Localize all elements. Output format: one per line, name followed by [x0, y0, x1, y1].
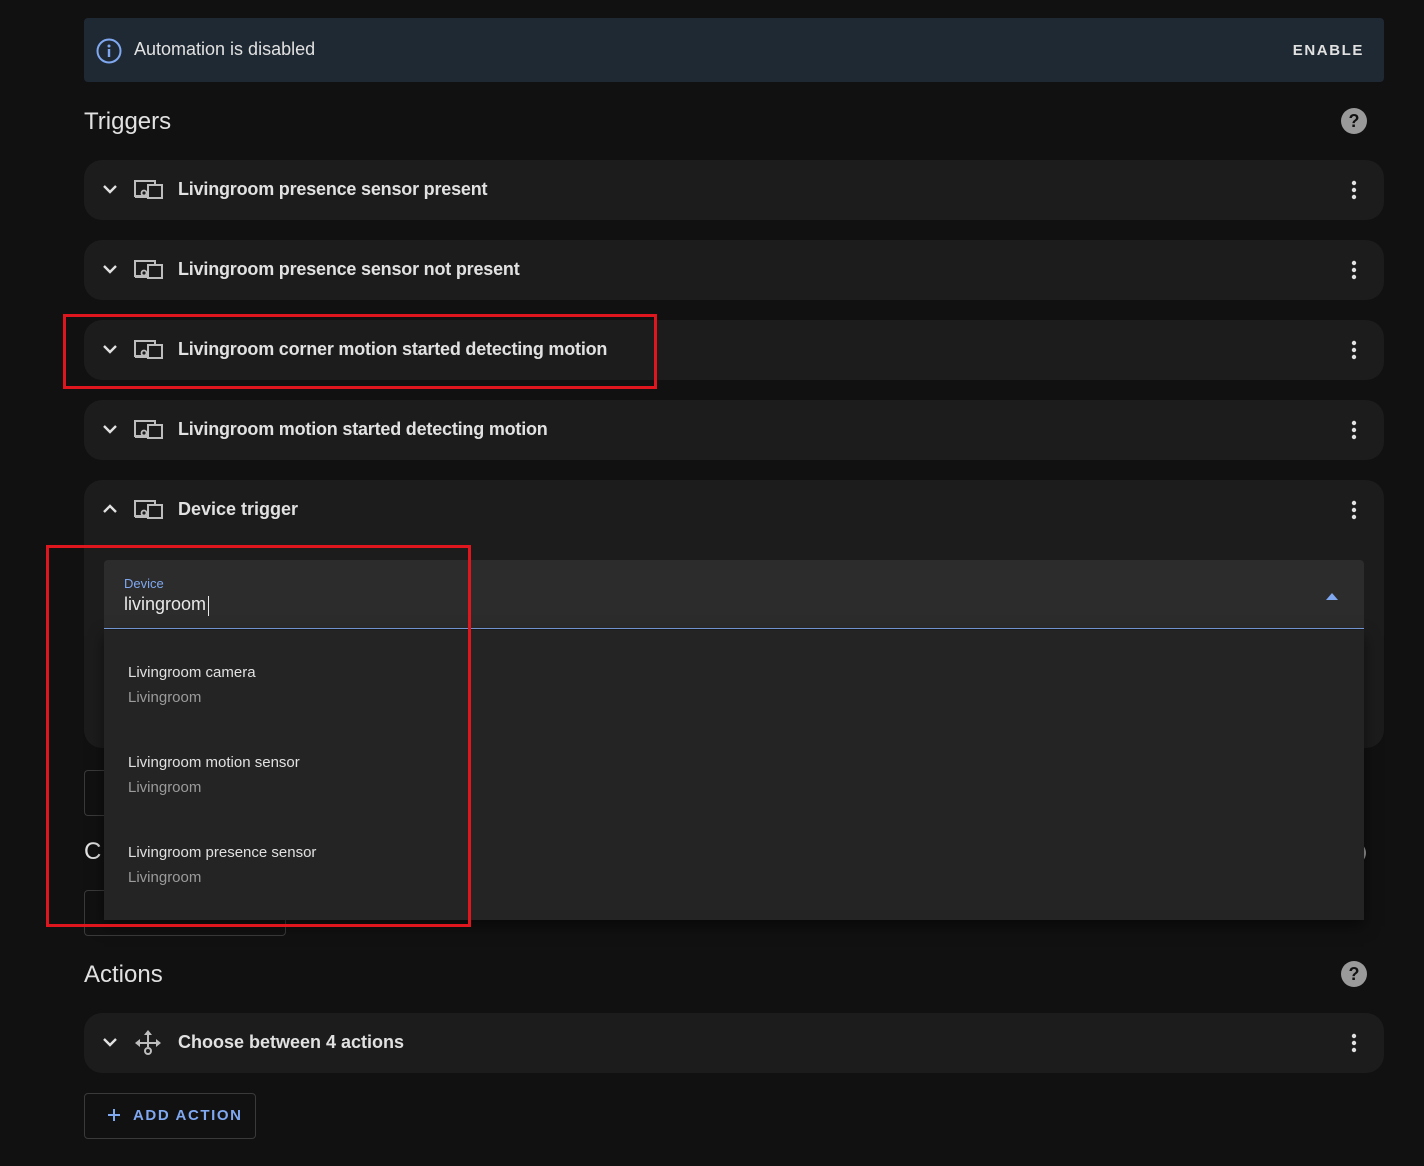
option-area: Livingroom	[128, 869, 202, 886]
device-options-list: Livingroom camera Livingroom Livingroom …	[104, 630, 1364, 920]
chevron-down-icon[interactable]	[100, 419, 120, 439]
option-name: Livingroom camera	[128, 664, 256, 681]
triggers-title: Triggers	[84, 108, 172, 135]
trigger-card[interactable]: Livingroom presence sensor not present	[84, 240, 1384, 300]
more-vert-icon[interactable]	[1342, 258, 1366, 282]
add-action-button[interactable]: ADD ACTION	[84, 1093, 256, 1139]
device-icon	[134, 180, 163, 199]
chevron-down-icon[interactable]	[100, 179, 120, 199]
option-area: Livingroom	[128, 779, 202, 796]
more-vert-icon[interactable]	[1342, 498, 1366, 522]
device-icon	[134, 340, 163, 359]
list-item[interactable]: Livingroom motion sensor Livingroom	[104, 740, 1364, 830]
text-cursor	[208, 596, 209, 616]
device-icon	[134, 420, 163, 439]
trigger-card[interactable]: Livingroom corner motion started detecti…	[84, 320, 1384, 380]
more-vert-icon[interactable]	[1342, 338, 1366, 362]
enable-button[interactable]: ENABLE	[1293, 42, 1364, 59]
action-card[interactable]: Choose between 4 actions	[84, 1013, 1384, 1073]
trigger-label: Livingroom presence sensor present	[178, 179, 488, 199]
trigger-label: Device trigger	[178, 499, 299, 519]
device-combobox[interactable]: Device livingroom	[104, 560, 1364, 629]
chevron-down-icon[interactable]	[100, 339, 120, 359]
dropdown-arrow-up-icon[interactable]	[1326, 592, 1338, 600]
chevron-down-icon[interactable]	[100, 259, 120, 279]
device-icon	[134, 260, 163, 279]
more-vert-icon[interactable]	[1342, 178, 1366, 202]
option-name: Livingroom motion sensor	[128, 754, 300, 771]
choose-arrows-icon	[135, 1030, 161, 1055]
help-icon[interactable]: ?	[1341, 961, 1367, 987]
list-item[interactable]: Livingroom camera Livingroom	[104, 650, 1364, 740]
trigger-label: Livingroom presence sensor not present	[178, 259, 520, 279]
device-field-label: Device	[124, 576, 164, 591]
banner-text: Automation is disabled	[134, 39, 316, 59]
info-icon	[96, 38, 122, 64]
trigger-label: Livingroom corner motion started detecti…	[178, 339, 608, 359]
svg-text:?: ?	[1349, 111, 1360, 131]
automation-disabled-banner: Automation is disabled ENABLE	[84, 18, 1384, 82]
conditions-title: C	[84, 838, 102, 865]
list-item[interactable]: Livingroom presence sensor Livingroom	[104, 830, 1364, 920]
action-label: Choose between 4 actions	[178, 1032, 405, 1052]
chevron-down-icon[interactable]	[100, 1032, 120, 1052]
trigger-card[interactable]: Livingroom motion started detecting moti…	[84, 400, 1384, 460]
svg-text:?: ?	[1349, 964, 1360, 984]
add-action-label: ADD ACTION	[133, 1107, 243, 1124]
device-icon	[134, 500, 163, 519]
more-vert-icon[interactable]	[1342, 418, 1366, 442]
help-icon[interactable]: ?	[1341, 108, 1367, 134]
trigger-card[interactable]: Livingroom presence sensor present	[84, 160, 1384, 220]
chevron-up-icon[interactable]	[100, 499, 120, 519]
more-vert-icon[interactable]	[1342, 1031, 1366, 1055]
actions-title: Actions	[84, 961, 163, 988]
plus-icon	[108, 1109, 120, 1121]
option-area: Livingroom	[128, 689, 202, 706]
device-search-input[interactable]: livingroom	[124, 594, 206, 615]
trigger-label: Livingroom motion started detecting moti…	[178, 419, 548, 439]
option-name: Livingroom presence sensor	[128, 844, 317, 861]
